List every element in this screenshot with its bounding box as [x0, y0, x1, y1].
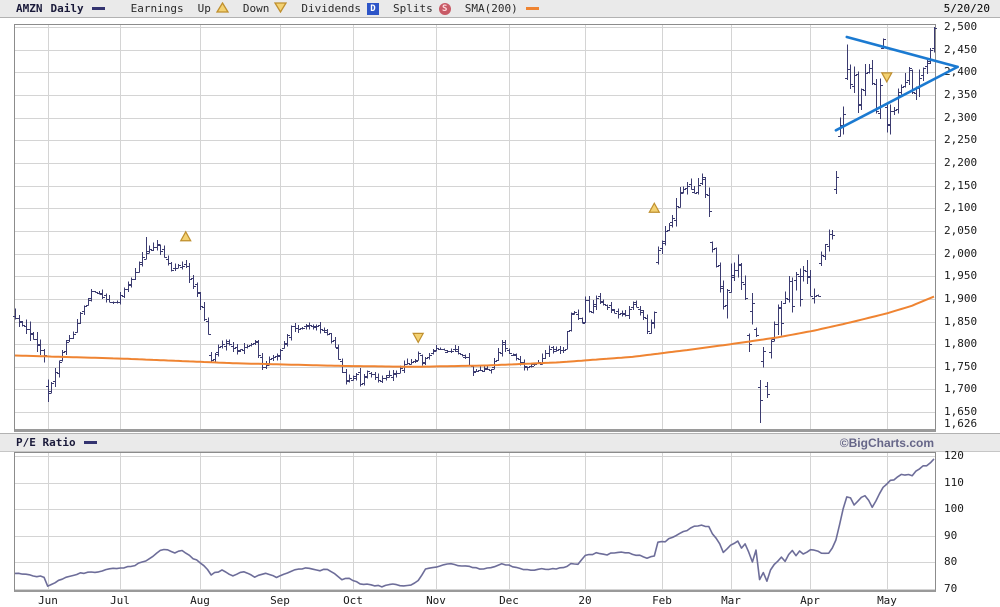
earnings_down-marker: [882, 73, 892, 82]
chart-canvas: [0, 0, 1000, 607]
pe-ratio-line: [15, 459, 934, 587]
earnings_down-marker: [413, 333, 423, 342]
earnings_up-marker: [181, 232, 191, 241]
earnings_up-marker: [649, 203, 659, 212]
gridlines: [15, 25, 935, 590]
ohlc-bars: [13, 27, 937, 423]
upper-trendline: [847, 37, 958, 67]
bigcharts-page: { "header": { "symbol": "AMZN", "period"…: [0, 0, 1000, 607]
sma200-line: [15, 297, 934, 367]
